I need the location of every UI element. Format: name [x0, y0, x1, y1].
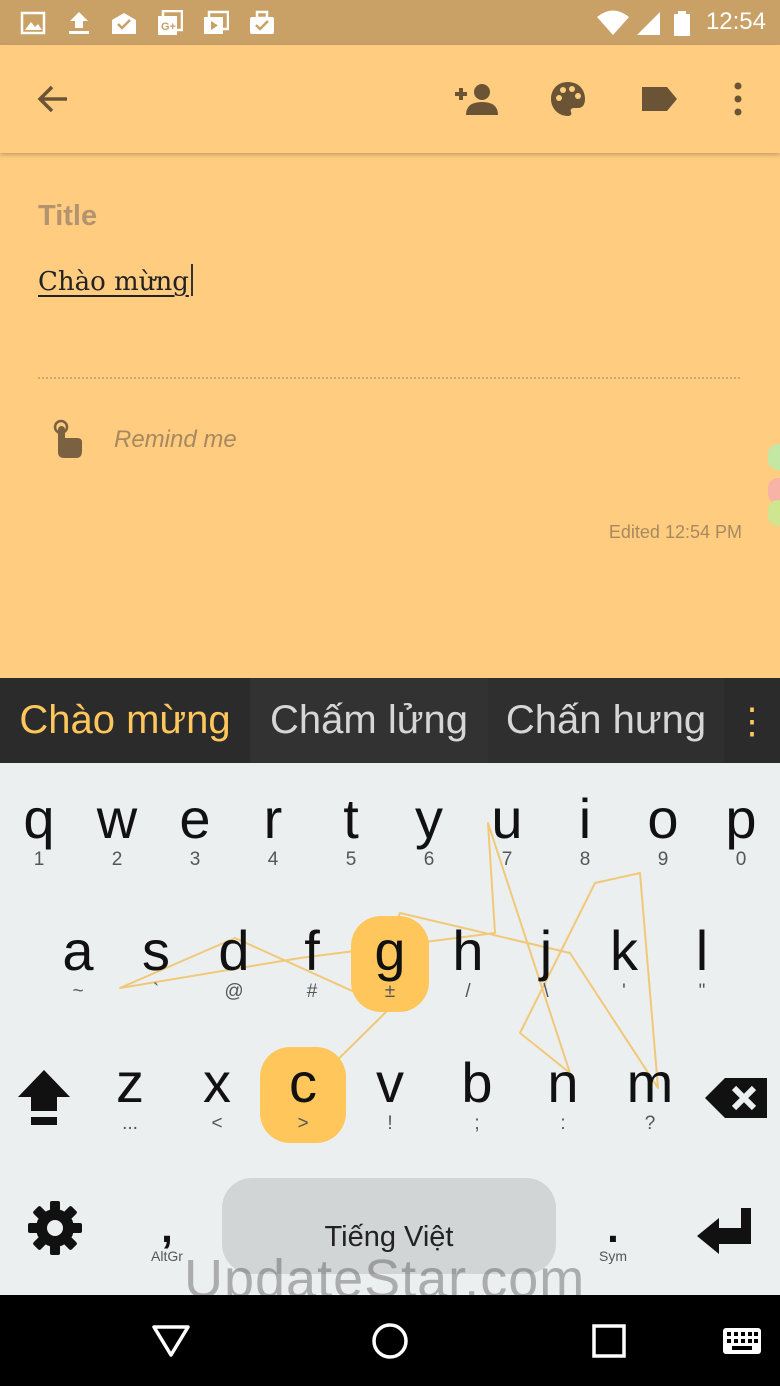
- period-key[interactable]: . Sym: [578, 1207, 648, 1265]
- suggestion-strip: Chào mừng Chấm lửng Chấn hưng ⋮: [0, 678, 780, 763]
- suggestions-more-button[interactable]: ⋮: [724, 678, 780, 763]
- recents-square-icon: [592, 1324, 626, 1358]
- battery-icon: [674, 11, 690, 36]
- key-n[interactable]: n:: [524, 1053, 602, 1135]
- enter-icon: [697, 1208, 751, 1254]
- key-a[interactable]: a ~: [39, 921, 117, 1003]
- touch-hand-icon: [53, 419, 82, 458]
- note-toolbar: [0, 45, 780, 153]
- key-r[interactable]: r4: [234, 789, 312, 871]
- mail-check-icon: [112, 13, 136, 34]
- key-y[interactable]: y6: [390, 789, 468, 871]
- backspace-key[interactable]: [700, 1068, 772, 1128]
- media-icon: [204, 10, 229, 34]
- back-triangle-icon: [152, 1325, 190, 1357]
- add-collaborator-icon: [455, 84, 498, 115]
- soft-keyboard: q1 w2 e3 r4 t5 y6 u7 i8 o9 p0 a ~ s ` d @ f…: [0, 763, 780, 1295]
- edited-timestamp: Edited 12:54 PM: [608, 522, 742, 542]
- shift-icon: [18, 1070, 70, 1125]
- settings-icon: [28, 1201, 82, 1255]
- suggestion-item[interactable]: Chấm lửng: [250, 678, 488, 763]
- remind-me-label: Remind me: [114, 426, 237, 453]
- key-c[interactable]: c >: [260, 1047, 346, 1143]
- side-dot-green: [768, 444, 780, 470]
- palette-icon: [551, 82, 585, 116]
- palette-button[interactable]: [540, 71, 596, 127]
- key-i[interactable]: i8: [546, 789, 624, 871]
- key-s[interactable]: s `: [117, 921, 195, 1003]
- more-options-button[interactable]: [710, 71, 766, 127]
- key-f[interactable]: f #: [273, 921, 351, 1003]
- navigation-bar: [0, 1295, 780, 1386]
- key-v[interactable]: v!: [351, 1053, 429, 1135]
- key-p[interactable]: p0: [702, 789, 780, 871]
- side-dot-lime: [768, 500, 780, 526]
- signal-icon: [637, 12, 660, 35]
- enter-key[interactable]: [688, 1201, 760, 1261]
- note-body-text: Chào mừng: [38, 267, 189, 297]
- back-arrow-icon: [37, 85, 67, 113]
- key-w[interactable]: w2: [78, 789, 156, 871]
- status-bar: G+ 12:54: [0, 0, 780, 45]
- svg-text:G+: G+: [161, 21, 176, 33]
- key-h[interactable]: h /: [429, 921, 507, 1003]
- label-button[interactable]: [631, 71, 687, 127]
- nav-home-button[interactable]: [366, 1317, 414, 1365]
- key-j[interactable]: j \: [507, 921, 585, 1003]
- nav-back-button[interactable]: [147, 1317, 195, 1365]
- label-icon: [642, 87, 677, 111]
- key-x[interactable]: x <: [178, 1053, 256, 1135]
- key-b[interactable]: b;: [438, 1053, 516, 1135]
- key-t[interactable]: t5: [312, 789, 390, 871]
- key-q[interactable]: q1: [0, 789, 78, 871]
- key-l[interactable]: l ": [663, 921, 741, 1003]
- add-collaborator-button[interactable]: [448, 71, 504, 127]
- key-d[interactable]: d @: [195, 921, 273, 1003]
- suggestion-item[interactable]: Chấn hưng: [488, 678, 724, 763]
- text-cursor: [190, 264, 193, 296]
- google-plus-icon: G+: [158, 10, 183, 35]
- upload-icon: [69, 12, 89, 34]
- keyboard-switch-icon: [723, 1328, 761, 1354]
- shift-key[interactable]: [10, 1063, 78, 1131]
- wifi-icon: [597, 10, 629, 35]
- back-button[interactable]: [25, 71, 81, 127]
- note-divider: [38, 377, 740, 379]
- note-title-input[interactable]: Title: [38, 200, 97, 233]
- backspace-icon: [705, 1078, 767, 1118]
- suggestion-primary[interactable]: Chào mừng: [0, 678, 250, 763]
- briefcase-check-icon: [250, 10, 274, 34]
- key-e[interactable]: e3: [156, 789, 234, 871]
- key-m[interactable]: m?: [611, 1053, 689, 1135]
- key-u[interactable]: u7: [468, 789, 546, 871]
- key-g[interactable]: g ±: [351, 916, 429, 1012]
- home-circle-icon: [372, 1323, 408, 1359]
- settings-key[interactable]: [20, 1193, 90, 1263]
- image-icon: [20, 11, 46, 35]
- nav-recents-button[interactable]: [585, 1317, 633, 1365]
- keyboard-switch-button[interactable]: [718, 1317, 766, 1365]
- key-z[interactable]: z...: [91, 1053, 169, 1135]
- key-o[interactable]: o9: [624, 789, 702, 871]
- key-k[interactable]: k ': [585, 921, 663, 1003]
- more-vert-icon: [734, 82, 742, 116]
- note-body-input[interactable]: Chào mừng: [38, 264, 193, 297]
- status-time: 12:54: [705, 8, 766, 35]
